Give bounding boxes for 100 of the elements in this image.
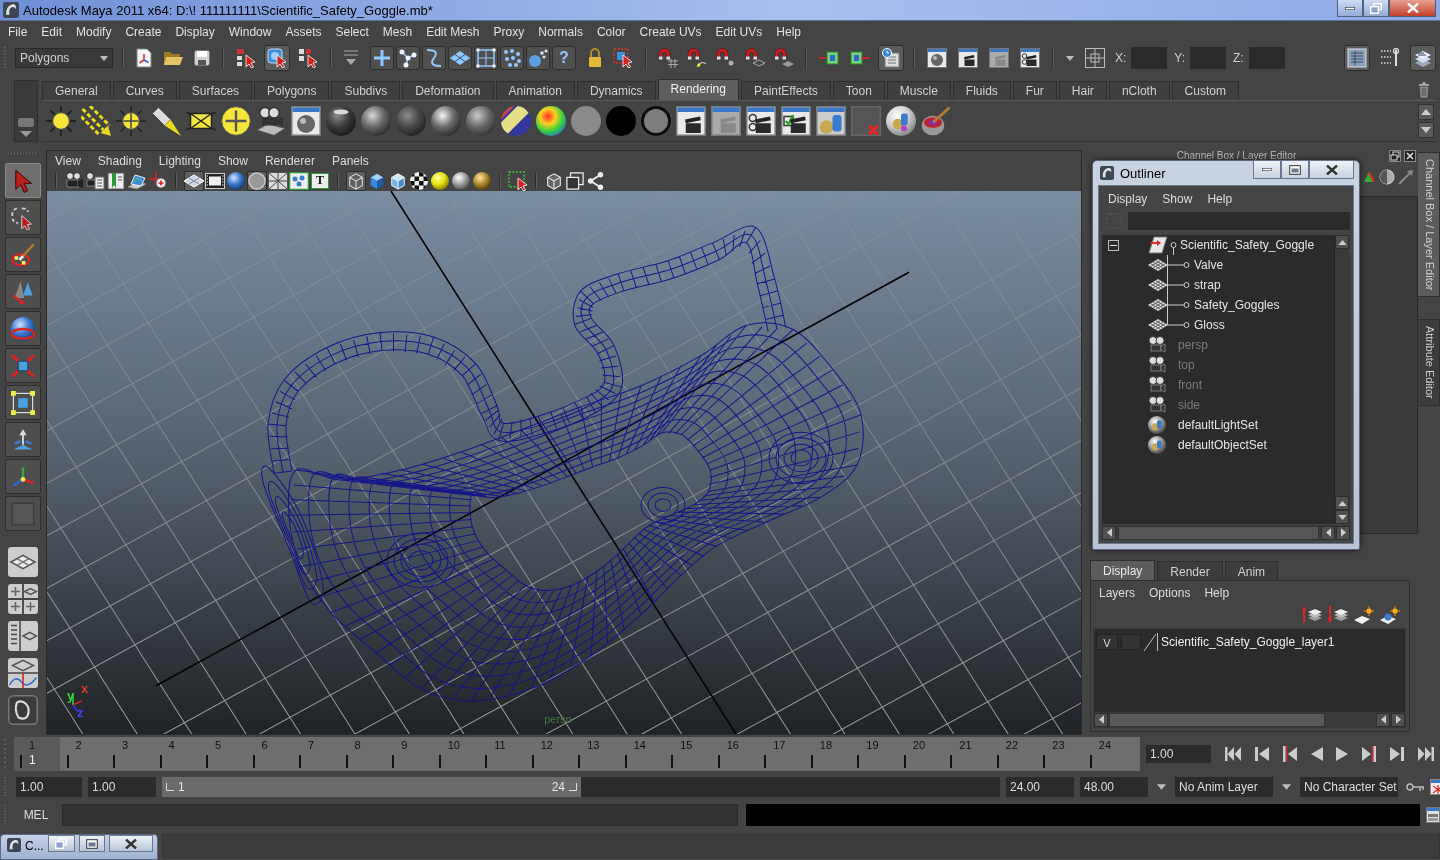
menu-item[interactable]: File xyxy=(8,25,28,39)
menu-item[interactable]: Modify xyxy=(76,25,112,39)
flashlight-icon[interactable] xyxy=(151,106,181,136)
panel-toolbar-button[interactable] xyxy=(205,170,225,191)
left-arrow-icon[interactable] xyxy=(1380,715,1386,724)
skip-to-end-icon[interactable] xyxy=(1417,747,1434,761)
panel-toolbar-button[interactable] xyxy=(268,170,288,191)
caret-icon[interactable] xyxy=(1157,783,1166,790)
sphere-icon[interactable] xyxy=(361,106,391,136)
output-connections-icon[interactable] xyxy=(850,51,870,65)
current-time-field[interactable]: 1.00 xyxy=(1146,745,1211,763)
play-backward-icon[interactable] xyxy=(1310,747,1323,761)
shelf-tab[interactable]: Toon xyxy=(832,81,885,100)
left-arrow-icon[interactable] xyxy=(1325,528,1331,537)
camera-icon[interactable] xyxy=(256,106,286,136)
slash-line-icon[interactable] xyxy=(1144,633,1158,651)
panel-toolbar-button[interactable] xyxy=(508,170,528,191)
panel-toolbar-button[interactable] xyxy=(409,170,429,191)
grip-icon[interactable] xyxy=(3,805,7,825)
shelf-tab[interactable]: Surfaces xyxy=(178,81,253,100)
coordinate-input[interactable] xyxy=(1131,47,1168,69)
graph-pane-layout-icon[interactable] xyxy=(8,658,38,688)
triangle-icon[interactable] xyxy=(1362,170,1376,184)
menu-item[interactable]: Edit UVs xyxy=(715,25,763,39)
close-button[interactable] xyxy=(1309,160,1354,179)
sphere-window-icon[interactable] xyxy=(291,106,321,136)
range-slider-track[interactable]: 1 24 xyxy=(162,776,1000,797)
collapse-toggle[interactable] xyxy=(1108,239,1119,251)
loop-icon[interactable] xyxy=(8,695,38,725)
shelf-tab[interactable]: Polygons xyxy=(254,81,330,100)
tool-button[interactable] xyxy=(5,459,41,494)
shelf-tab[interactable]: PaintEffects xyxy=(740,81,831,100)
menu-item[interactable]: Display xyxy=(175,25,215,39)
panel-toggle-button[interactable] xyxy=(1344,45,1370,71)
goggle-wireframe-model[interactable] xyxy=(261,225,864,702)
shelf-tab[interactable]: Curves xyxy=(112,81,177,100)
vertical-scrollbar[interactable] xyxy=(1334,235,1350,524)
caret-icon[interactable] xyxy=(1066,55,1074,61)
magnet-surface-icon[interactable] xyxy=(774,48,794,68)
grip-icon[interactable] xyxy=(8,152,38,155)
right-arrow-icon[interactable] xyxy=(1340,528,1346,537)
mask-toggle-button[interactable] xyxy=(396,46,420,70)
panel-toolbar-button[interactable] xyxy=(64,170,84,191)
striped-ball-icon[interactable] xyxy=(501,106,531,136)
layer-editor-tab[interactable]: Display xyxy=(1090,560,1156,580)
dashed-arrows-icon[interactable] xyxy=(81,106,111,136)
panel-menu-item[interactable]: Show xyxy=(217,153,248,168)
menu-item[interactable]: Proxy xyxy=(493,25,525,39)
command-language-label[interactable]: MEL xyxy=(16,808,56,822)
clapperboard-check-icon[interactable] xyxy=(781,106,811,136)
step-forward-frame-icon[interactable] xyxy=(1362,746,1377,762)
layer-editor-tab[interactable]: Anim xyxy=(1224,561,1279,580)
shelf-tab[interactable]: Fluids xyxy=(952,81,1011,100)
single-pane-layout-icon[interactable] xyxy=(8,547,38,577)
trash-icon[interactable] xyxy=(1418,82,1430,98)
menu-item[interactable]: Normals xyxy=(538,25,583,39)
shelf-tab[interactable]: Subdivs xyxy=(331,81,401,100)
menu-item[interactable]: Mesh xyxy=(382,25,413,39)
panel-toolbar-button[interactable] xyxy=(451,170,471,191)
float-window-icon[interactable] xyxy=(1389,149,1401,162)
panel-toolbar-button[interactable] xyxy=(148,170,168,191)
tool-button[interactable] xyxy=(5,348,41,383)
grip-icon[interactable] xyxy=(3,776,7,797)
maximize-button[interactable] xyxy=(78,835,106,852)
magnet-point-icon[interactable] xyxy=(716,48,736,68)
magnet-plane-icon[interactable] xyxy=(745,48,765,68)
key-icon[interactable] xyxy=(1406,782,1424,791)
panel-toolbar-button[interactable] xyxy=(289,170,309,191)
half-circle-icon[interactable] xyxy=(1379,169,1395,185)
corner-handle-icon[interactable] xyxy=(166,782,174,791)
scroll-up-button[interactable] xyxy=(1418,104,1434,120)
step-back-frame-icon[interactable] xyxy=(1282,746,1297,762)
tool-button[interactable] xyxy=(5,200,41,235)
ball-sheet-sparkle-icon[interactable] xyxy=(1380,606,1400,624)
panel-toolbar-button[interactable] xyxy=(472,170,492,191)
minimize-button[interactable] xyxy=(1253,160,1281,179)
brush-bowl-icon[interactable] xyxy=(921,106,951,136)
outliner-item[interactable]: Valve xyxy=(1194,258,1224,272)
close-button[interactable] xyxy=(109,835,153,852)
close-button[interactable] xyxy=(1389,0,1436,17)
shelf-tab[interactable]: Hair xyxy=(1058,81,1107,100)
panel-toolbar-button[interactable] xyxy=(430,170,450,191)
outliner-item[interactable]: Safety_Goggles xyxy=(1194,298,1280,312)
mask-toggle-button[interactable] xyxy=(526,46,550,70)
time-slider[interactable]: 1 1 2 3 4 5 6 7 8 9 10 11 12 13 14 15 16 17 18 19 20 21 22 23 24 xyxy=(14,737,1140,771)
help-button[interactable]: ? xyxy=(552,46,576,70)
tool-button[interactable] xyxy=(5,237,41,272)
filter-input[interactable] xyxy=(1128,212,1350,230)
shelf-tab[interactable]: nCloth xyxy=(1108,81,1170,100)
sphere-icon[interactable] xyxy=(431,106,461,136)
maximize-button[interactable] xyxy=(1281,160,1309,179)
visibility-toggle[interactable]: V xyxy=(1096,634,1118,650)
coordinate-input[interactable] xyxy=(1248,47,1285,69)
play-icon[interactable] xyxy=(1336,747,1349,761)
corner-handle-icon[interactable] xyxy=(569,782,577,791)
layer-name[interactable]: Scientific_Safety_Goggle_layer1 xyxy=(1161,635,1335,649)
menu-item[interactable]: Show xyxy=(1162,192,1193,206)
menu-item[interactable]: Assets xyxy=(285,25,322,39)
sphere-icon[interactable] xyxy=(466,106,496,136)
menu-item[interactable]: Edit xyxy=(41,25,63,39)
